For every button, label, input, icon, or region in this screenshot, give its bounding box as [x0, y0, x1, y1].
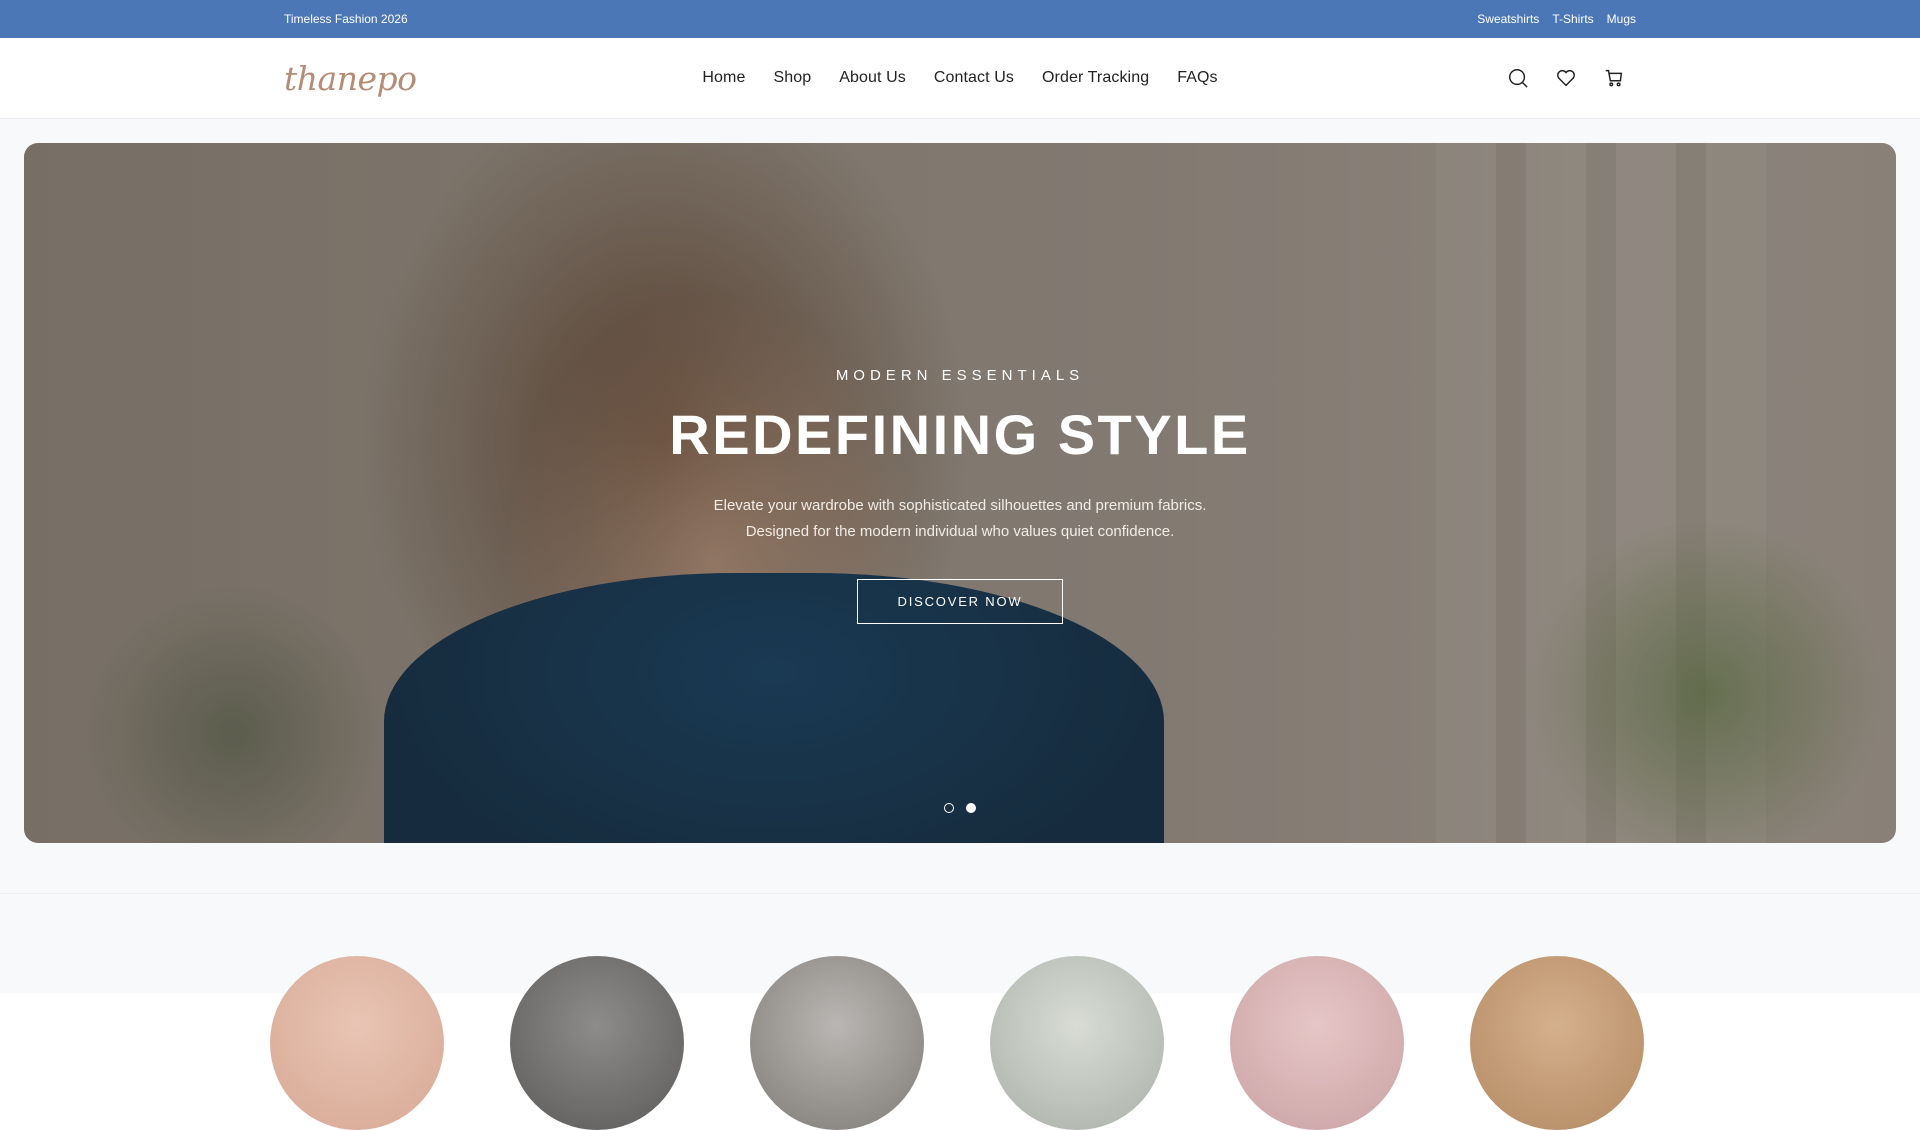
category-section — [0, 893, 1920, 1130]
category-circle[interactable] — [1470, 956, 1644, 1130]
nav-home[interactable]: Home — [702, 69, 745, 87]
nav-order-tracking[interactable]: Order Tracking — [1042, 69, 1149, 87]
category-circle[interactable] — [1230, 956, 1404, 1130]
cart-icon[interactable] — [1600, 64, 1628, 92]
hero-subtitle-line-1: Elevate your wardrobe with sophisticated… — [713, 497, 1207, 514]
announcement-bar: Timeless Fashion 2026 Sweatshirts T-Shir… — [0, 0, 1920, 38]
slider-dot-2[interactable] — [966, 803, 976, 813]
search-icon[interactable] — [1504, 64, 1532, 92]
heart-icon[interactable] — [1552, 64, 1580, 92]
category-circle[interactable] — [990, 956, 1164, 1130]
announcement-text: Timeless Fashion 2026 — [284, 12, 408, 26]
nav-shop[interactable]: Shop — [773, 69, 811, 87]
hero-section: MODERN ESSENTIALS REDEFINING STYLE Eleva… — [0, 119, 1920, 989]
topbar-link-sweatshirts[interactable]: Sweatshirts — [1477, 12, 1539, 26]
slider-dot-1[interactable] — [944, 803, 954, 813]
topbar-link-mugs[interactable]: Mugs — [1607, 12, 1636, 26]
category-circle[interactable] — [750, 956, 924, 1130]
main-nav: Home Shop About Us Contact Us Order Trac… — [702, 69, 1217, 87]
discover-now-button[interactable]: DISCOVER NOW — [856, 579, 1064, 624]
category-circle[interactable] — [270, 956, 444, 1130]
hero-banner: MODERN ESSENTIALS REDEFINING STYLE Eleva… — [24, 143, 1896, 843]
hero-title: REDEFINING STYLE — [669, 403, 1251, 466]
header-actions — [1504, 64, 1628, 92]
category-row — [270, 956, 1644, 1130]
site-logo[interactable]: thanepo — [284, 59, 417, 98]
nav-faqs[interactable]: FAQs — [1177, 69, 1217, 87]
slider-dots — [24, 803, 1896, 813]
site-header: thanepo Home Shop About Us Contact Us Or… — [0, 38, 1920, 119]
category-circle[interactable] — [510, 956, 684, 1130]
topbar-link-tshirts[interactable]: T-Shirts — [1552, 12, 1593, 26]
hero-eyebrow: MODERN ESSENTIALS — [835, 367, 1085, 384]
hero-content: MODERN ESSENTIALS REDEFINING STYLE Eleva… — [24, 367, 1896, 624]
topbar-links: Sweatshirts T-Shirts Mugs — [1477, 12, 1636, 26]
hero-subtitle-line-2: Designed for the modern individual who v… — [745, 523, 1175, 540]
nav-about-us[interactable]: About Us — [839, 69, 906, 87]
nav-contact-us[interactable]: Contact Us — [934, 69, 1014, 87]
